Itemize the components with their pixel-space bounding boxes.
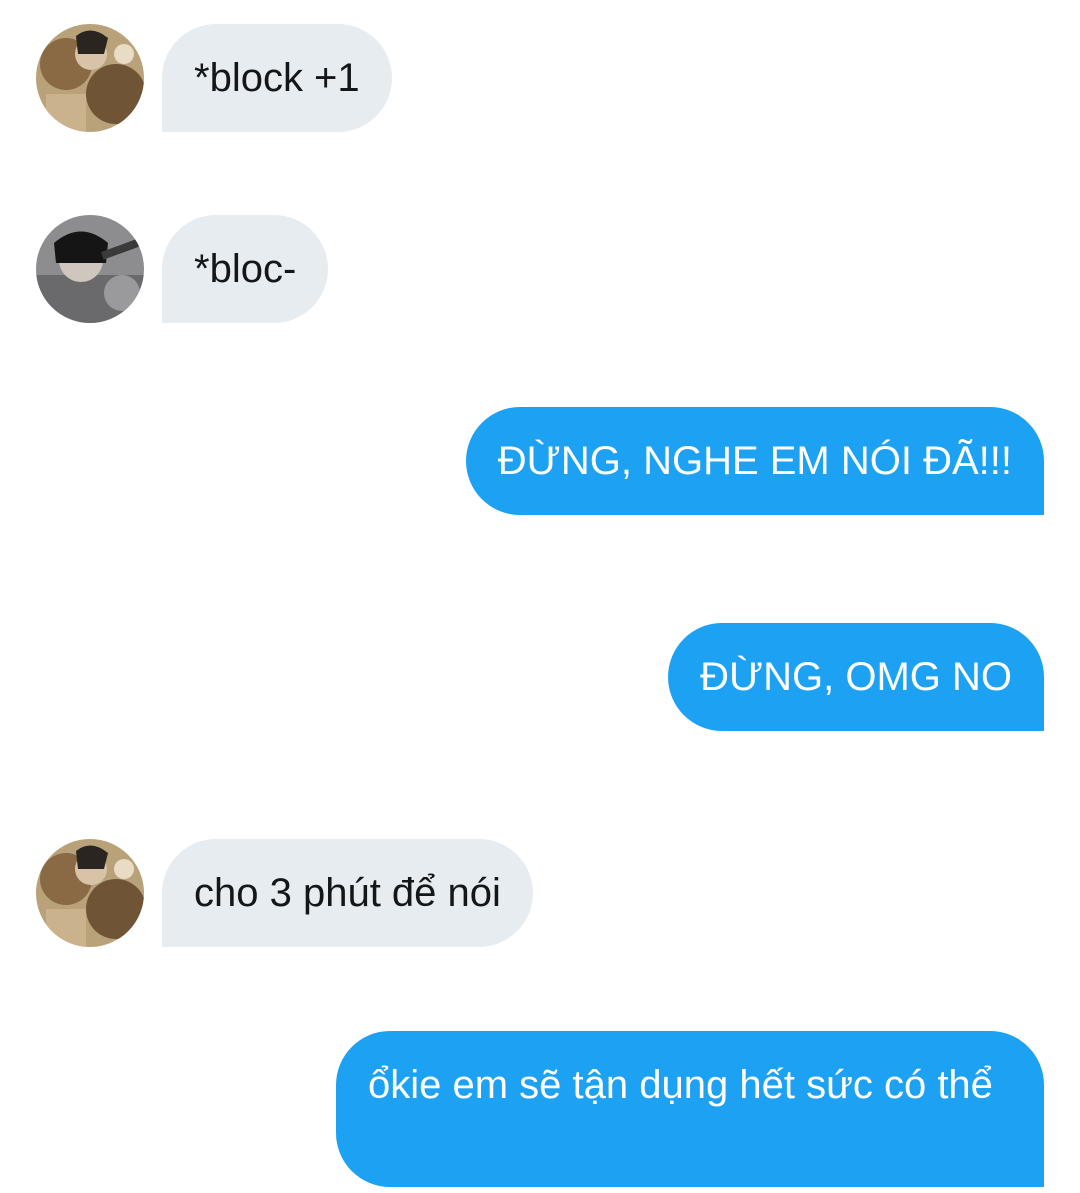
message-bubble-sent: ổkie em sẽ tận dụng hết sức có thể (336, 1031, 1044, 1187)
message-text: *bloc- (194, 247, 297, 291)
message-bubble-received: cho 3 phút để nói (162, 839, 533, 947)
message-text: ĐỪNG, OMG NO (700, 655, 1012, 699)
message-bubble-sent: ĐỪNG, NGHE EM NÓI ĐÃ!!! (465, 407, 1044, 515)
message-text: ổkie em sẽ tận dụng hết sức có thể (368, 1063, 993, 1107)
message-bubble-sent: ĐỪNG, OMG NO (668, 623, 1044, 731)
message-bubble-received: *bloc- (162, 215, 329, 323)
message-bubble-received: *block +1 (162, 24, 392, 132)
message-text: ĐỪNG, NGHE EM NÓI ĐÃ!!! (497, 439, 1012, 483)
user-a-avatar[interactable] (36, 24, 144, 132)
message-text: cho 3 phút để nói (194, 871, 501, 915)
message-text: *block +1 (194, 56, 360, 100)
user-a-avatar[interactable] (36, 839, 144, 947)
user-b-avatar[interactable] (36, 215, 144, 323)
